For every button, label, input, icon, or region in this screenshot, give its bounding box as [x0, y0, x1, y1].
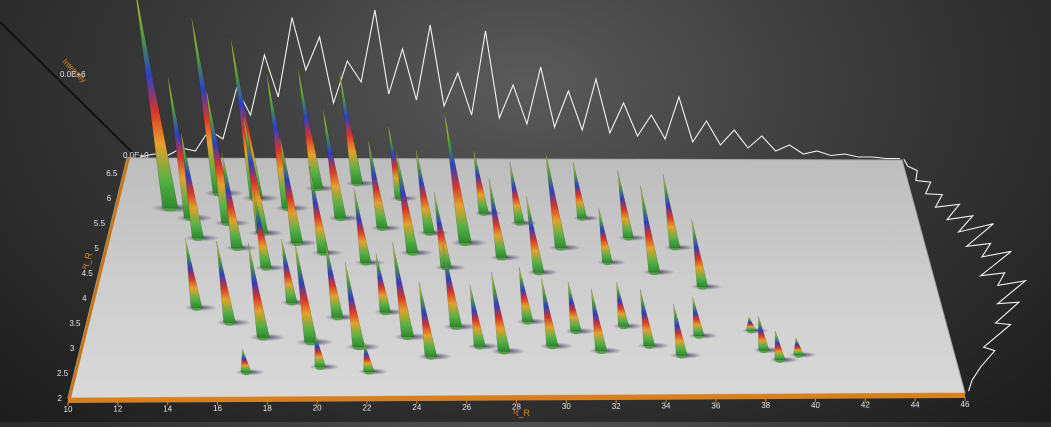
y-tick-label: 2.5 [57, 369, 69, 378]
chart-viewport[interactable]: Intensity 0.0E+6 0.0E+0 10 12 14 16 18 20 22 24… [0, 0, 1051, 422]
x-axis-label: ¹t_R [513, 408, 531, 418]
y-axis-label: ²t_R [80, 251, 94, 270]
x-tick-label: 14 [163, 404, 172, 413]
x-tick-label: 40 [811, 401, 820, 410]
y-tick-label: 6.5 [106, 169, 118, 178]
x-tick-label: 18 [263, 404, 272, 413]
intensity-axis-line [0, 21, 141, 161]
chromatogram-3d-surface[interactable]: Intensity 0.0E+6 0.0E+0 10 12 14 16 18 20 22 24… [0, 0, 1051, 422]
x-tick-label: 16 [213, 404, 222, 413]
y-tick-label: 2 [58, 394, 63, 403]
y-tick-label: 5 [94, 244, 99, 253]
y-tick-label: 3 [70, 344, 75, 353]
x-tick-label: 44 [911, 400, 920, 409]
x-projection-profile [139, 9, 900, 160]
x-tick-label: 34 [662, 402, 671, 411]
intensity-tick-top: 0.0E+6 [60, 70, 86, 79]
x-tick-label: 24 [412, 403, 421, 412]
x-tick-label: 12 [113, 405, 122, 414]
x-tick-label: 20 [313, 404, 322, 413]
x-profile-line [139, 9, 900, 160]
x-tick-label: 42 [861, 401, 870, 410]
y-tick-label: 4 [82, 294, 87, 303]
x-tick-label: 26 [462, 403, 471, 412]
intensity-axis: Intensity 0.0E+6 0.0E+0 [0, 21, 149, 161]
x-tick-label: 22 [363, 403, 372, 412]
y-tick-label: 5.5 [94, 219, 106, 228]
x-tick-label: 38 [761, 401, 770, 410]
x-tick-label: 30 [562, 402, 571, 411]
x-tick-label: 46 [961, 400, 970, 409]
x-tick-label: 32 [612, 402, 621, 411]
x-tick-label: 36 [711, 401, 720, 410]
y-tick-label: 6 [107, 194, 112, 203]
x-tick-label: 10 [64, 405, 73, 414]
y-tick-label: 3.5 [69, 319, 81, 328]
